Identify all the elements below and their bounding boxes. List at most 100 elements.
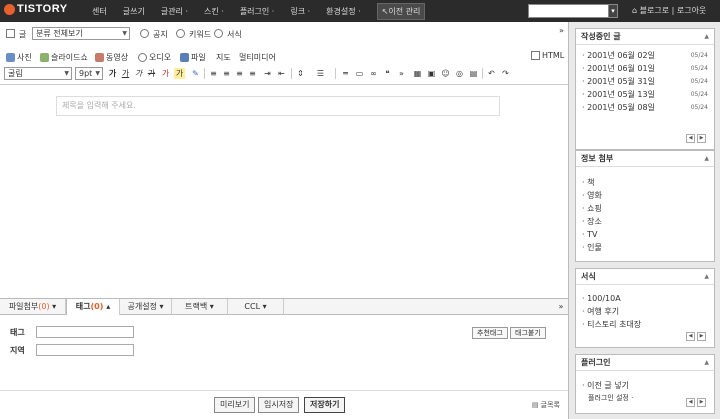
logout-link[interactable]: 로그아웃 bbox=[677, 6, 706, 15]
save-button[interactable]: 저장하기 bbox=[304, 397, 346, 413]
emoticon-icon[interactable]: ☺ bbox=[440, 68, 451, 79]
outdent-icon[interactable]: ⇤ bbox=[276, 68, 287, 79]
tab-ccl[interactable]: CCL ▾ bbox=[228, 299, 284, 315]
nav-post-manage[interactable]: 글관리 · bbox=[161, 6, 188, 17]
table-icon[interactable]: ▦ bbox=[412, 68, 423, 79]
blog-link[interactable]: ⌂ 블로그로 bbox=[632, 6, 669, 15]
box-icon[interactable]: ▭ bbox=[354, 68, 365, 79]
tab-attach[interactable]: 파일첨부(0) ▾ bbox=[0, 299, 66, 315]
special-char-icon[interactable]: ◎ bbox=[454, 68, 465, 79]
info-item-tv[interactable]: · TV bbox=[576, 228, 714, 241]
next-page-icon[interactable]: ▶ bbox=[697, 398, 706, 407]
category-select[interactable]: 분류 전체보기 ▼ bbox=[32, 27, 130, 40]
tag-input[interactable] bbox=[36, 326, 134, 338]
font-select[interactable]: 굴림 ▼ bbox=[4, 67, 72, 80]
draft-item[interactable]: · 2001년 06월 02일 05/24 bbox=[576, 49, 714, 62]
post-options-row: 글 분류 전체보기 ▼ 공지 키워드 서식 » bbox=[0, 26, 568, 42]
italic-icon[interactable]: 가 bbox=[133, 68, 144, 79]
tistory-logo[interactable]: TISTORY bbox=[4, 3, 68, 15]
clear-format-icon[interactable]: ✎ bbox=[190, 68, 201, 79]
save-icon[interactable]: ▤ bbox=[468, 68, 479, 79]
tab-trackback[interactable]: 트랙백 ▾ bbox=[172, 299, 228, 315]
media-video[interactable]: 동영상 bbox=[95, 52, 128, 63]
recommend-tag-button[interactable]: 추천태그 bbox=[472, 327, 508, 339]
search-dropdown-icon[interactable]: ▾ bbox=[608, 4, 618, 18]
link-icon[interactable]: ∞ bbox=[368, 68, 379, 79]
nav-write[interactable]: 글쓰기 bbox=[123, 6, 145, 17]
title-input[interactable]: 제목을 입력해 주세요. bbox=[56, 96, 500, 116]
preview-button[interactable]: 미리보기 bbox=[214, 397, 256, 413]
indent-icon[interactable]: ⇥ bbox=[262, 68, 273, 79]
media-file[interactable]: 파일 bbox=[180, 52, 206, 63]
redo-icon[interactable]: ↷ bbox=[500, 68, 511, 79]
image-icon[interactable]: ▣ bbox=[426, 68, 437, 79]
more-icon[interactable]: » bbox=[396, 68, 407, 79]
expand-icon[interactable]: » bbox=[554, 299, 568, 315]
hr-icon[interactable]: ═ bbox=[340, 68, 351, 79]
collapse-up-icon[interactable]: ▲ bbox=[704, 151, 709, 167]
collapse-icon[interactable]: » bbox=[559, 26, 564, 35]
draft-item[interactable]: · 2001년 06월 01일 05/24 bbox=[576, 62, 714, 75]
next-page-icon[interactable]: ▶ bbox=[697, 332, 706, 341]
nav-center[interactable]: 센터 bbox=[92, 6, 107, 17]
prev-page-icon[interactable]: ◀ bbox=[686, 332, 695, 341]
list-icon[interactable]: ☰ bbox=[315, 68, 326, 79]
next-page-icon[interactable]: ▶ bbox=[697, 134, 706, 143]
info-item-shopping[interactable]: · 쇼핑 bbox=[576, 202, 714, 215]
draft-item[interactable]: · 2001년 05월 13일 05/24 bbox=[576, 88, 714, 101]
html-checkbox[interactable] bbox=[531, 51, 540, 60]
prev-page-icon[interactable]: ◀ bbox=[686, 398, 695, 407]
media-photo[interactable]: 사진 bbox=[6, 52, 32, 63]
html-toggle[interactable]: HTML bbox=[531, 48, 571, 62]
draft-item[interactable]: · 2001년 05월 08일 05/24 bbox=[576, 101, 714, 114]
align-justify-icon[interactable]: ≡ bbox=[247, 68, 258, 79]
prev-manage-button[interactable]: ↖이전 관리 bbox=[376, 2, 426, 20]
prev-page-icon[interactable]: ◀ bbox=[686, 134, 695, 143]
notice-radio[interactable] bbox=[140, 29, 149, 38]
collapse-up-icon[interactable]: ▲ bbox=[704, 269, 709, 285]
strike-icon[interactable]: 가 bbox=[146, 68, 157, 79]
editor-body[interactable]: 제목을 입력해 주세요. bbox=[0, 84, 568, 298]
nav-skin[interactable]: 스킨 · bbox=[204, 6, 224, 17]
plugin-item[interactable]: · 이전 글 넣기 bbox=[576, 379, 714, 392]
template-item[interactable]: · 100/10A bbox=[576, 292, 714, 305]
search-input[interactable]: ▾ bbox=[528, 4, 618, 18]
media-audio[interactable]: 오디오 bbox=[138, 52, 171, 63]
keyword-radio[interactable] bbox=[176, 29, 185, 38]
media-multimedia[interactable]: 멀티미디어 bbox=[239, 52, 276, 63]
post-list-link[interactable]: ▤ 글목록 bbox=[532, 400, 560, 410]
nav-link[interactable]: 링크 · bbox=[290, 6, 310, 17]
size-select[interactable]: 9pt ▼ bbox=[75, 67, 103, 80]
bold-icon[interactable]: 가 bbox=[107, 68, 118, 79]
template-item[interactable]: · 티스토리 초대장 bbox=[576, 318, 714, 331]
nav-plugin[interactable]: 플러그인 · bbox=[240, 6, 275, 17]
media-slideshow[interactable]: 슬라이드쇼 bbox=[40, 52, 88, 63]
templates-pager: ◀ ▶ bbox=[686, 332, 708, 341]
info-item-place[interactable]: · 장소 bbox=[576, 215, 714, 228]
draft-item[interactable]: · 2001년 05월 31일 05/24 bbox=[576, 75, 714, 88]
quote-icon[interactable]: ❝ bbox=[382, 68, 393, 79]
temp-save-button[interactable]: 임시저장 bbox=[258, 397, 300, 413]
tab-public[interactable]: 공개설정 ▾ bbox=[120, 299, 172, 315]
info-item-person[interactable]: · 인물 bbox=[576, 241, 714, 254]
underline-icon[interactable]: 가 bbox=[120, 68, 131, 79]
collapse-up-icon[interactable]: ▲ bbox=[704, 29, 709, 45]
tab-tag[interactable]: 태그(0) ▴ bbox=[66, 299, 120, 315]
info-item-book[interactable]: · 책 bbox=[576, 176, 714, 189]
media-map[interactable]: 지도 bbox=[216, 52, 231, 63]
highlight-icon[interactable]: 가 bbox=[174, 68, 185, 79]
tag-cloud-button[interactable]: 태그붙기 bbox=[510, 327, 546, 339]
align-left-icon[interactable]: ≡ bbox=[208, 68, 219, 79]
collapse-up-icon[interactable]: ▲ bbox=[704, 355, 709, 371]
info-item-movie[interactable]: · 영화 bbox=[576, 189, 714, 202]
undo-icon[interactable]: ↶ bbox=[486, 68, 497, 79]
region-input[interactable] bbox=[36, 344, 134, 356]
template-radio[interactable] bbox=[214, 29, 223, 38]
align-right-icon[interactable]: ≡ bbox=[234, 68, 245, 79]
nav-settings[interactable]: 환경설정 · bbox=[326, 6, 361, 17]
font-color-icon[interactable]: 가 bbox=[160, 68, 171, 79]
align-center-icon[interactable]: ≡ bbox=[221, 68, 232, 79]
template-item[interactable]: · 여행 후기 bbox=[576, 305, 714, 318]
line-height-icon[interactable]: ⇕ bbox=[295, 68, 306, 79]
category-checkbox[interactable] bbox=[6, 29, 15, 38]
